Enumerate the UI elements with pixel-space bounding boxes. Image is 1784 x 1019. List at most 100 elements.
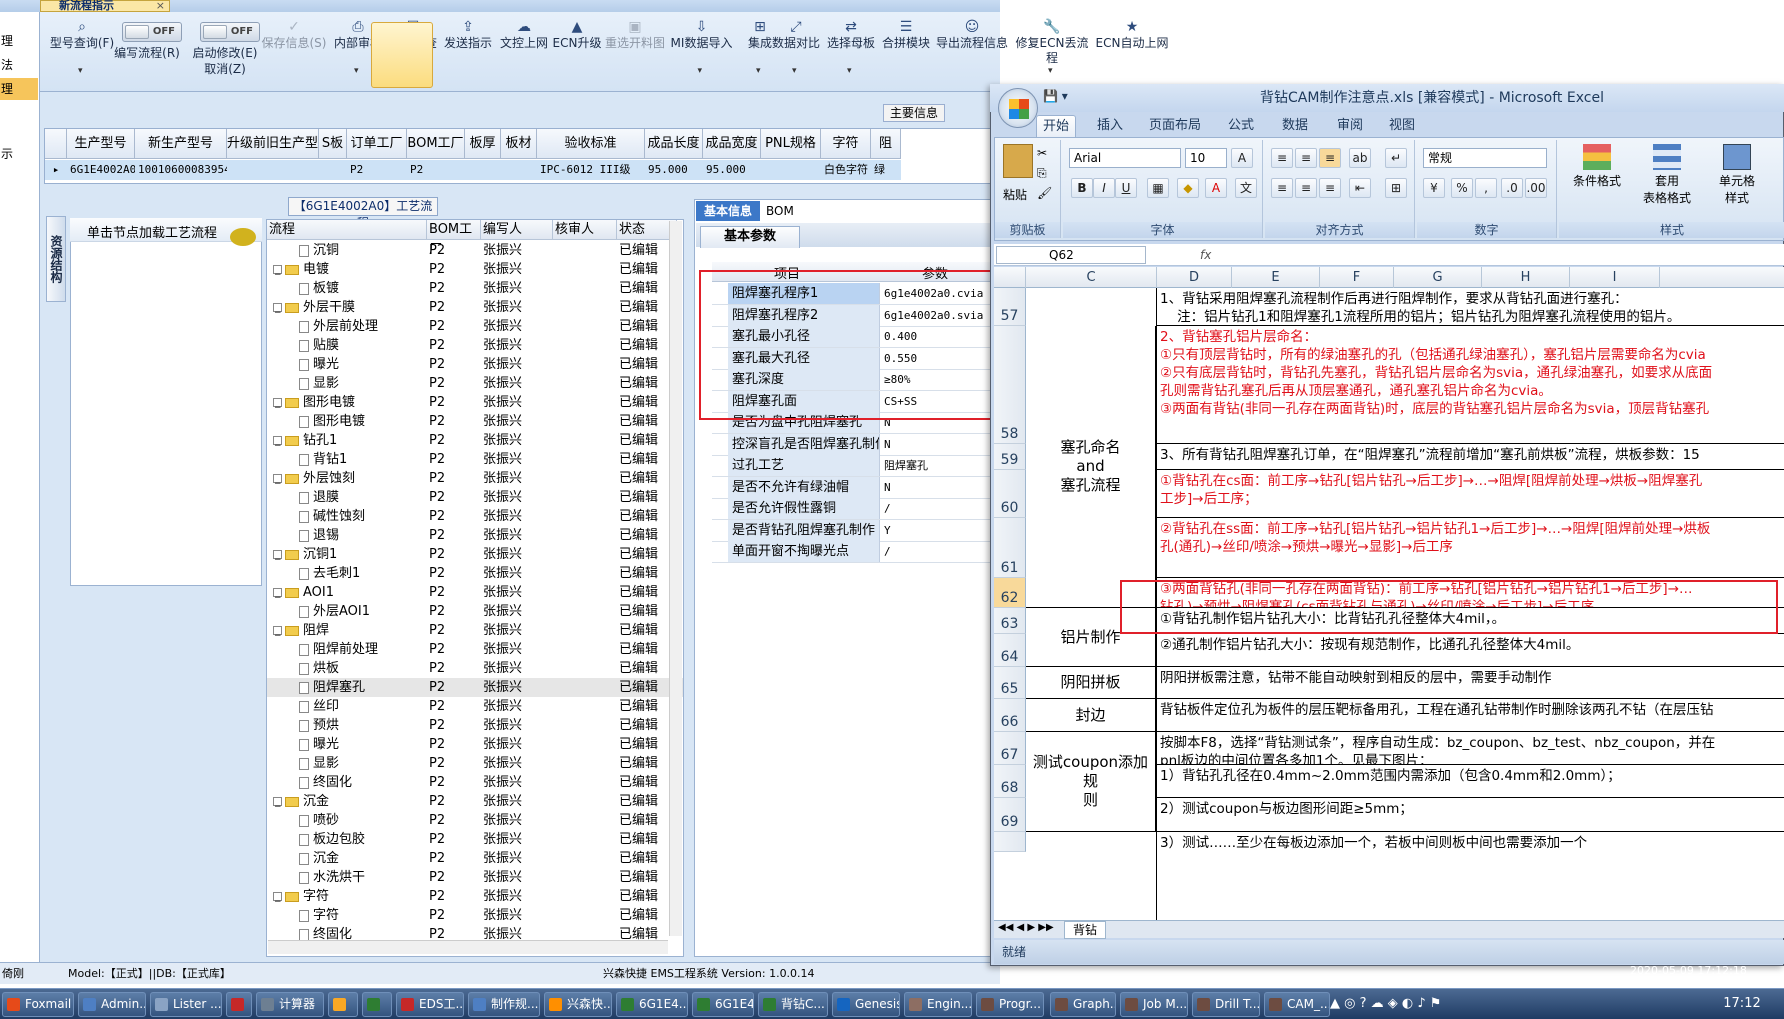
column-header[interactable]: D — [1157, 267, 1232, 288]
italic-icon[interactable]: I — [1093, 178, 1115, 198]
ribbon-button[interactable]: ☺ 导出流程信息 — [934, 18, 1010, 51]
taskbar-item[interactable]: Lister ... — [150, 992, 222, 1017]
tab-ribbon[interactable]: 公式 — [1220, 115, 1262, 137]
taskbar-item[interactable]: 兴森快... — [544, 992, 612, 1017]
merged-label-cell[interactable]: 测试coupon添加规 则 — [1026, 732, 1156, 832]
align-top-icon[interactable]: ≡ — [1271, 148, 1293, 168]
param-row[interactable]: 是否不允许有绿油帽 N — [712, 476, 992, 499]
grid-header[interactable]: 升级前旧生产型号 — [227, 129, 319, 181]
toggle-switch[interactable]: OFF — [122, 22, 182, 42]
taskbar-item[interactable]: 制作规... — [468, 992, 540, 1017]
orientation-icon[interactable]: ab — [1349, 148, 1371, 168]
wrap-text-icon[interactable]: ↵ — [1385, 148, 1407, 168]
process-row[interactable]: − 字符 P2 张振兴 已编辑 — [267, 887, 683, 907]
process-row[interactable]: 退膜 P2 张振兴 已编辑 — [267, 488, 683, 507]
process-header[interactable]: 状态 — [617, 220, 677, 240]
cell-text[interactable]: 3）测试……至少在每板边添加一个，若板中间则板中间也需要添加一个 — [1157, 834, 1784, 852]
process-row[interactable]: 阻焊前处理 P2 张振兴 已编辑 — [267, 640, 683, 659]
process-header[interactable]: 核审人 — [553, 220, 617, 240]
collapse-icon[interactable]: − — [273, 588, 282, 603]
chevron-down-icon[interactable]: ▾ — [78, 66, 83, 76]
ribbon-button[interactable]: ▲ ECN升级 — [552, 18, 602, 51]
grow-font-icon[interactable]: A — [1231, 148, 1253, 168]
grid-cell[interactable]: 白色字符 — [821, 160, 871, 180]
process-row[interactable]: − 外层干膜 P2 张振兴 已编辑 — [267, 298, 683, 318]
row-header[interactable]: 61 — [994, 518, 1026, 578]
param-row[interactable]: 控深盲孔是否阻焊塞孔制作 N — [712, 433, 992, 456]
grid-cell[interactable]: IPC-6012 III级 — [537, 160, 645, 180]
ribbon-button[interactable]: ☁ 文控上网 — [496, 18, 552, 51]
bold-icon[interactable]: B — [1071, 178, 1093, 198]
cell-text[interactable]: 1）背钻孔孔径在0.4mm~2.0mm范围内需添加（包含0.4mm和2.0mm）… — [1157, 767, 1784, 798]
row-header[interactable]: 64 — [994, 634, 1026, 667]
process-row[interactable]: 显影 P2 张振兴 已编辑 — [267, 374, 683, 393]
cell-text[interactable]: 2）测试coupon与板边图形间距≥5mm； — [1157, 800, 1784, 832]
toggle-switch[interactable]: OFF — [200, 22, 260, 42]
fill-color-icon[interactable]: ◆ — [1177, 178, 1199, 198]
collapse-icon[interactable]: − — [273, 303, 282, 318]
process-row[interactable]: 碱性蚀刻 P2 张振兴 已编辑 — [267, 507, 683, 526]
process-row[interactable]: 沉金 P2 张振兴 已编辑 — [267, 849, 683, 868]
cell-text[interactable]: 按脚本F8，选择“背钻测试条”，程序自动生成：bz_coupon、bz_test… — [1157, 734, 1784, 765]
grid-header[interactable]: BOM工厂 — [407, 129, 465, 159]
row-header[interactable]: 59 — [994, 444, 1026, 470]
collapse-icon[interactable]: − — [273, 474, 282, 489]
number-format-select[interactable]: 常规 — [1423, 148, 1547, 168]
paste-label[interactable]: 粘贴 — [1003, 186, 1027, 203]
process-row[interactable]: 预烘 P2 张振兴 已编辑 — [267, 716, 683, 735]
param-row[interactable]: 单面开窗不掏曝光点 / — [712, 541, 992, 563]
process-row[interactable]: 喷砂 P2 张振兴 已编辑 — [267, 811, 683, 830]
taskbar-item[interactable]: 6G1E4... — [692, 992, 754, 1017]
process-row[interactable]: 终固化 P2 张振兴 已编辑 — [267, 773, 683, 792]
collapse-icon[interactable]: − — [273, 797, 282, 812]
increase-decimal-icon[interactable]: .0 — [1501, 178, 1523, 198]
cell-text[interactable]: 2、背钻塞孔铝片层命名： ①只有顶层背钻时，所有的绿油塞孔的孔（包括通孔绿油塞孔… — [1157, 328, 1784, 444]
process-row[interactable]: 背钻1 P2 张振兴 已编辑 — [267, 450, 683, 469]
row-header[interactable]: 68 — [994, 765, 1026, 798]
row-header[interactable]: 65 — [994, 667, 1026, 699]
grid-header[interactable]: 成品长度 — [645, 129, 703, 159]
process-row[interactable]: − 沉金 P2 张振兴 已编辑 — [267, 792, 683, 812]
param-row[interactable]: 是否背钻孔阻焊塞孔制作 Y — [712, 519, 992, 542]
align-middle-icon[interactable]: ≡ — [1295, 148, 1317, 168]
align-bottom-icon[interactable]: ≡ — [1319, 148, 1341, 168]
column-header[interactable]: F — [1320, 267, 1394, 288]
grid-cell[interactable]: 95.000 — [645, 160, 703, 180]
process-row[interactable]: 水洗烘干 P2 张振兴 已编辑 — [267, 868, 683, 887]
column-header[interactable]: I — [1570, 267, 1660, 288]
taskbar-item[interactable]: Admin... — [78, 992, 146, 1017]
close-icon[interactable]: × — [156, 0, 165, 11]
process-row[interactable]: 烘板 P2 张振兴 已编辑 — [267, 659, 683, 678]
grid-header[interactable]: 新生产型号 — [135, 129, 227, 159]
grid-header[interactable]: 板材 — [501, 129, 537, 159]
process-row[interactable]: 板边包胶 P2 张振兴 已编辑 — [267, 830, 683, 849]
grid-cell[interactable] — [465, 160, 501, 180]
tab-ribbon[interactable]: 数据 — [1272, 115, 1318, 137]
param-row[interactable]: 是否允许假性露铜 / — [712, 498, 992, 520]
cell-text[interactable]: 阴阳拼板需注意，钻带不能自动映射到相反的层中，需要手动制作 — [1157, 669, 1784, 699]
process-vscrollbar[interactable] — [669, 221, 682, 936]
process-row[interactable]: 曝光 P2 张振兴 已编辑 — [267, 355, 683, 374]
process-row[interactable]: − 钻孔1 P2 张振兴 已编辑 — [267, 431, 683, 451]
grid-header[interactable]: 生产型号 — [67, 129, 135, 159]
align-right-icon[interactable]: ≡ — [1319, 178, 1341, 198]
resource-structure-tab[interactable]: 资源结构 — [46, 216, 66, 302]
grid-header[interactable]: PNL规格 — [761, 129, 821, 159]
font-name-select[interactable]: Arial — [1069, 148, 1181, 168]
decrease-decimal-icon[interactable]: .00 — [1525, 178, 1547, 198]
taskbar-item[interactable]: Genesis — [832, 992, 900, 1017]
tab-ribbon[interactable]: 插入 — [1090, 115, 1130, 137]
taskbar-item[interactable]: Graph... — [1050, 992, 1116, 1017]
grid-header[interactable]: 订单工厂 — [347, 129, 407, 159]
ribbon-button-label[interactable]: 编写流程(R) — [112, 46, 182, 61]
main-info-tab[interactable]: 主要信息 — [883, 104, 945, 122]
paste-icon[interactable] — [1003, 144, 1033, 178]
row-header[interactable]: 60 — [994, 470, 1026, 518]
underline-icon[interactable]: U — [1115, 178, 1137, 198]
merged-label-cell[interactable]: 塞孔命名 and 塞孔流程 — [1026, 326, 1156, 608]
ribbon-button[interactable]: ☰ 合拼模块 — [878, 18, 934, 51]
tab-home[interactable]: 开始 — [1036, 115, 1076, 137]
merged-label-cell[interactable]: 阴阳拼板 — [1026, 667, 1156, 699]
collapse-icon[interactable]: − — [273, 626, 282, 641]
grid-header[interactable]: 验收标准 — [537, 129, 645, 159]
